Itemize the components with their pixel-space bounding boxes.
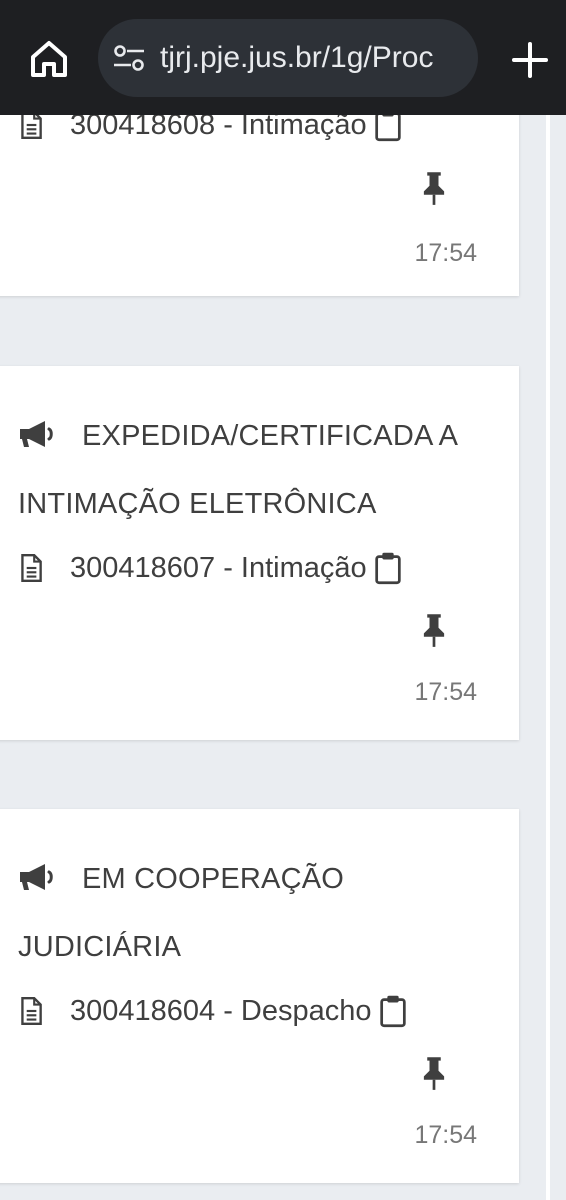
timeline-event-card: EM COOPERAÇÃO JUDICIÁRIA 300418604 - Des…	[0, 809, 519, 1183]
browser-toolbar: tjrj.pje.jus.br/1g/Proc	[0, 0, 566, 115]
document-link[interactable]: 300418604 - Despacho	[18, 991, 408, 1031]
event-title-text: EXPEDIDA/CERTIFICADA A INTIMAÇÃO ELETRÔN…	[18, 420, 457, 520]
document-link[interactable]: 300418607 - Intimação	[18, 548, 403, 588]
document-icon	[21, 996, 42, 1026]
event-title-text: EM COOPERAÇÃO JUDICIÁRIA	[18, 863, 345, 963]
address-bar[interactable]: tjrj.pje.jus.br/1g/Proc	[98, 19, 478, 97]
page-viewport: 300418608 - Intimação 17:54 EXPEDIDA/CER…	[0, 0, 566, 1200]
document-icon	[21, 553, 42, 583]
tune-icon[interactable]	[112, 44, 146, 72]
event-title: EXPEDIDA/CERTIFICADA A INTIMAÇÃO ELETRÔN…	[18, 402, 478, 538]
document-label: 300418604 - Despacho	[70, 994, 372, 1027]
event-title: EM COOPERAÇÃO JUDICIÁRIA	[18, 845, 478, 981]
event-time: 17:54	[414, 1121, 477, 1149]
plus-icon[interactable]	[510, 40, 550, 80]
pin-icon[interactable]	[420, 1055, 448, 1091]
pin-icon[interactable]	[420, 612, 448, 648]
clipboard-icon[interactable]	[378, 994, 408, 1028]
megaphone-icon	[20, 421, 53, 447]
megaphone-icon	[20, 864, 53, 890]
document-label: 300418607 - Intimação	[70, 551, 367, 584]
clipboard-icon[interactable]	[373, 551, 403, 585]
timeline-event-card: EXPEDIDA/CERTIFICADA A INTIMAÇÃO ELETRÔN…	[0, 366, 519, 740]
home-icon[interactable]	[28, 38, 70, 80]
scrollbar-track[interactable]	[546, 0, 550, 1200]
url-text: tjrj.pje.jus.br/1g/Proc	[160, 41, 434, 74]
event-time: 17:54	[414, 239, 477, 267]
event-time: 17:54	[414, 678, 477, 706]
pin-icon[interactable]	[420, 170, 448, 206]
